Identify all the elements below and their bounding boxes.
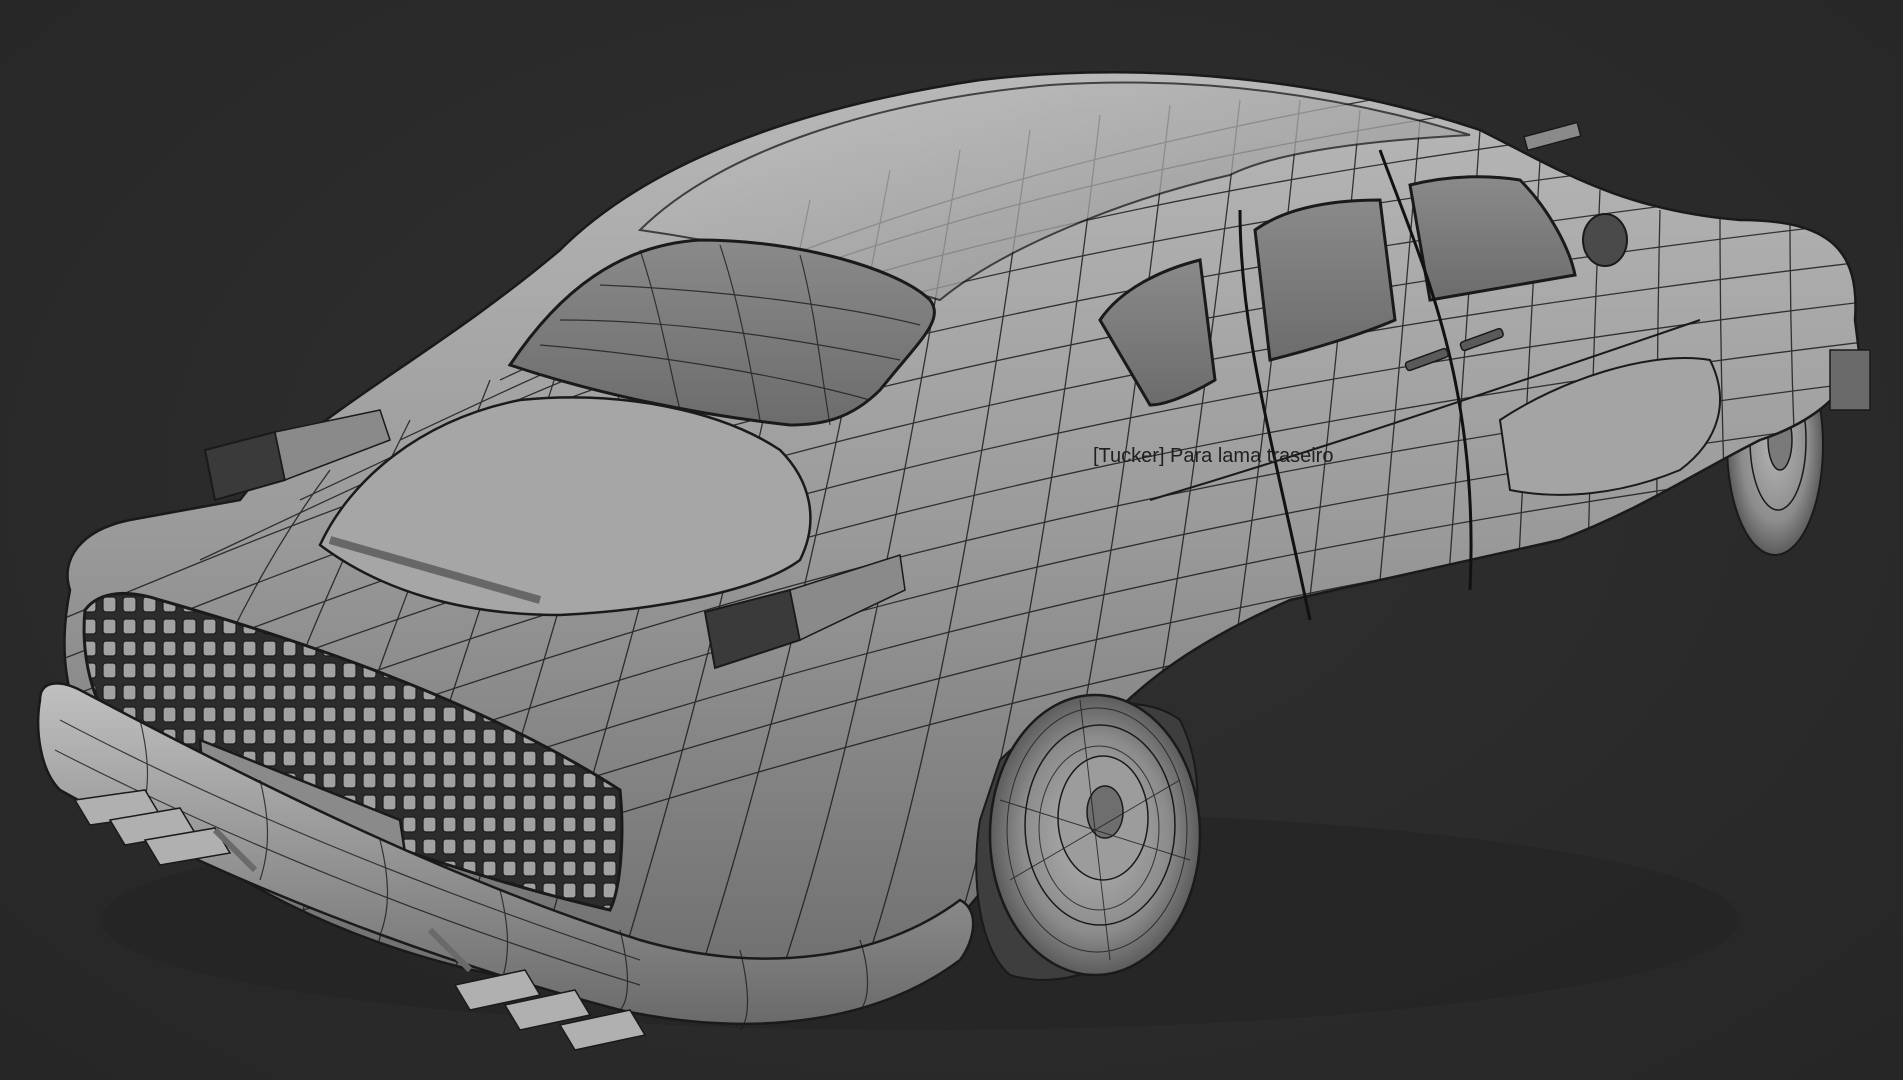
car-model-render[interactable] (0, 0, 1903, 1080)
side-mirror (1582, 213, 1628, 267)
3d-viewport[interactable]: [Tucker] Para lama traseiro (0, 0, 1903, 1080)
